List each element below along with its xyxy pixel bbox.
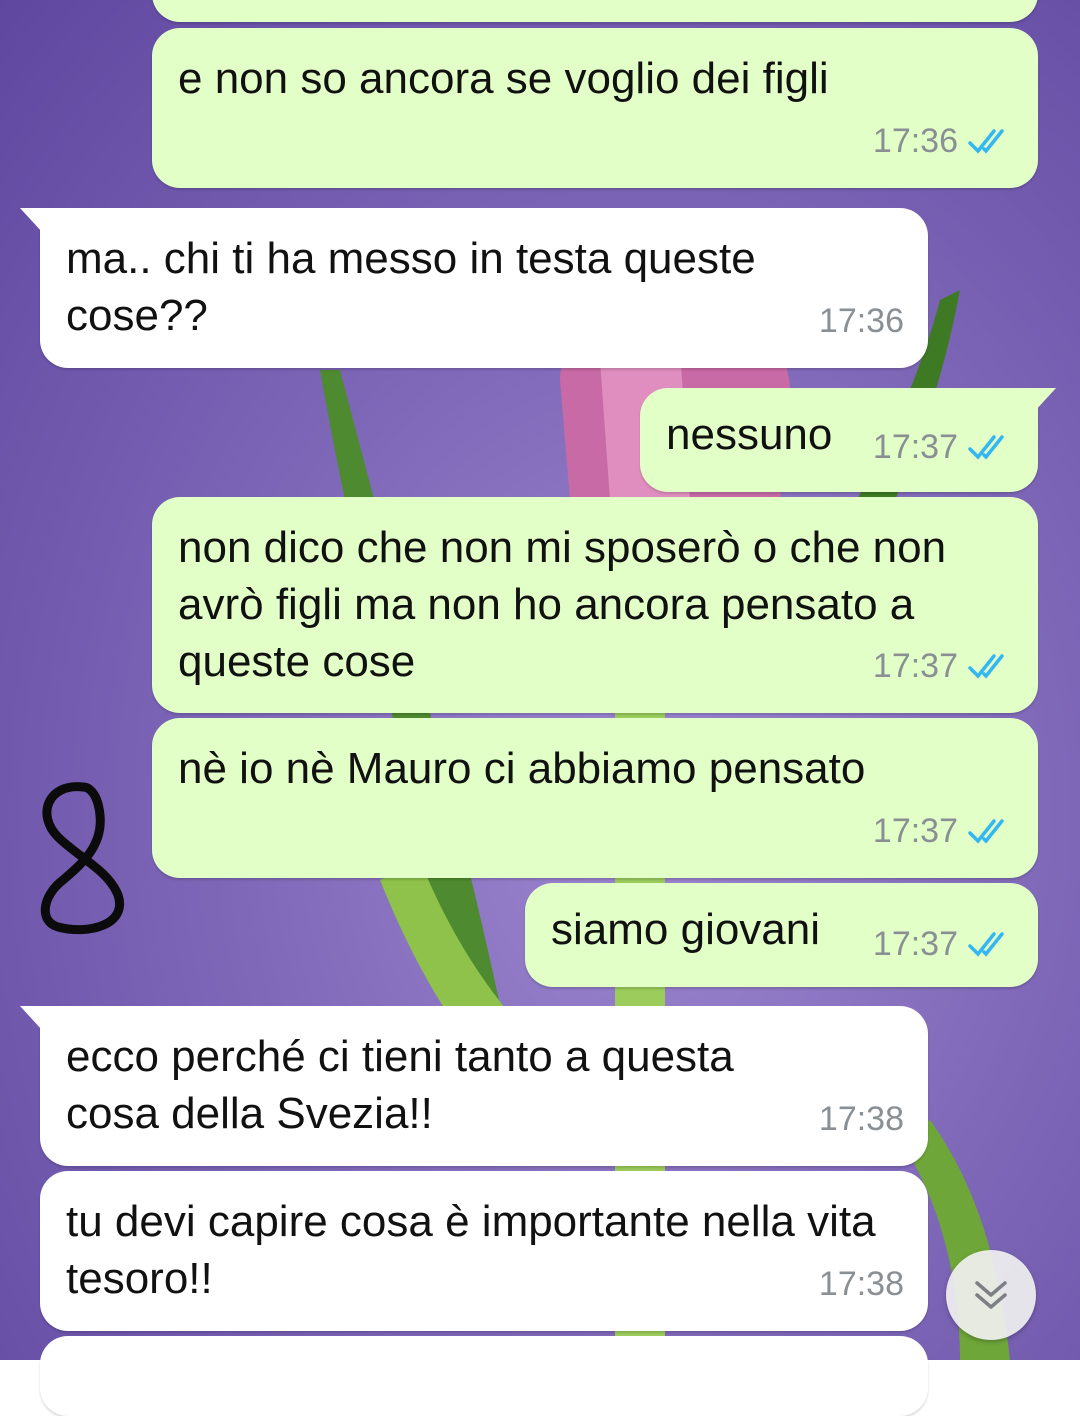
chevron-double-down-icon xyxy=(975,1281,1007,1309)
number-eight-handwritten xyxy=(40,782,125,935)
message-bubble-incoming[interactable]: ecco perché ci tieni tanto a questa cosa… xyxy=(20,1006,928,1166)
message-time: 17:38 xyxy=(818,1100,904,1138)
message-meta: 17:36 xyxy=(873,113,1014,170)
message-bubble-outgoing[interactable]: siamo giovani 17:37 xyxy=(525,883,1038,987)
bubble-tail xyxy=(20,1006,42,1030)
message-meta: 17:37 xyxy=(873,638,1014,695)
message-time: 17:38 xyxy=(818,1265,904,1303)
message-bubble-outgoing[interactable]: non dico che non mi sposerò o che non av… xyxy=(152,497,1038,713)
bubble-tail xyxy=(20,208,42,232)
message-text: e non so ancora se voglio dei figli xyxy=(178,54,829,103)
message-text: ma.. chi ti ha messo in testa queste cos… xyxy=(66,234,756,340)
message-meta: 17:37 xyxy=(873,916,1014,973)
message-bubble-incoming[interactable]: tu devi capire cosa è importante nella v… xyxy=(40,1171,928,1331)
message-meta: 17:38 xyxy=(819,1256,904,1313)
message-text: nè io nè Mauro ci abbiamo pensato xyxy=(178,744,866,793)
double-check-icon xyxy=(968,818,1004,844)
message-bubble-outgoing[interactable] xyxy=(152,0,1038,22)
message-time: 17:37 xyxy=(872,647,958,685)
double-check-icon xyxy=(968,128,1004,154)
message-time: 17:37 xyxy=(872,925,958,963)
double-check-icon xyxy=(968,653,1004,679)
message-bubble-outgoing[interactable]: nessuno 17:37 xyxy=(640,388,1056,492)
message-meta: 17:36 xyxy=(819,293,904,350)
scroll-to-bottom-button[interactable] xyxy=(946,1250,1036,1340)
message-text: ecco perché ci tieni tanto a questa cosa… xyxy=(66,1032,734,1138)
message-bubble-incoming[interactable]: ma.. chi ti ha messo in testa queste cos… xyxy=(20,208,928,368)
bubble-tail xyxy=(1034,388,1056,412)
message-time: 17:37 xyxy=(872,812,958,850)
message-bubble-outgoing[interactable]: nè io nè Mauro ci abbiamo pensato 17:37 xyxy=(152,718,1038,878)
message-text: tu devi capire cosa è importante nella v… xyxy=(66,1197,876,1303)
message-bubble-incoming[interactable] xyxy=(40,1336,928,1416)
message-bubble-outgoing[interactable]: e non so ancora se voglio dei figli 17:3… xyxy=(152,28,1038,188)
message-meta: 17:37 xyxy=(873,803,1014,860)
message-time: 17:36 xyxy=(818,302,904,340)
message-time: 17:37 xyxy=(872,428,958,466)
double-check-icon xyxy=(968,931,1004,957)
message-meta: 17:37 xyxy=(873,419,1014,476)
double-check-icon xyxy=(968,434,1004,460)
message-time: 17:36 xyxy=(872,122,958,160)
message-meta: 17:38 xyxy=(819,1091,904,1148)
